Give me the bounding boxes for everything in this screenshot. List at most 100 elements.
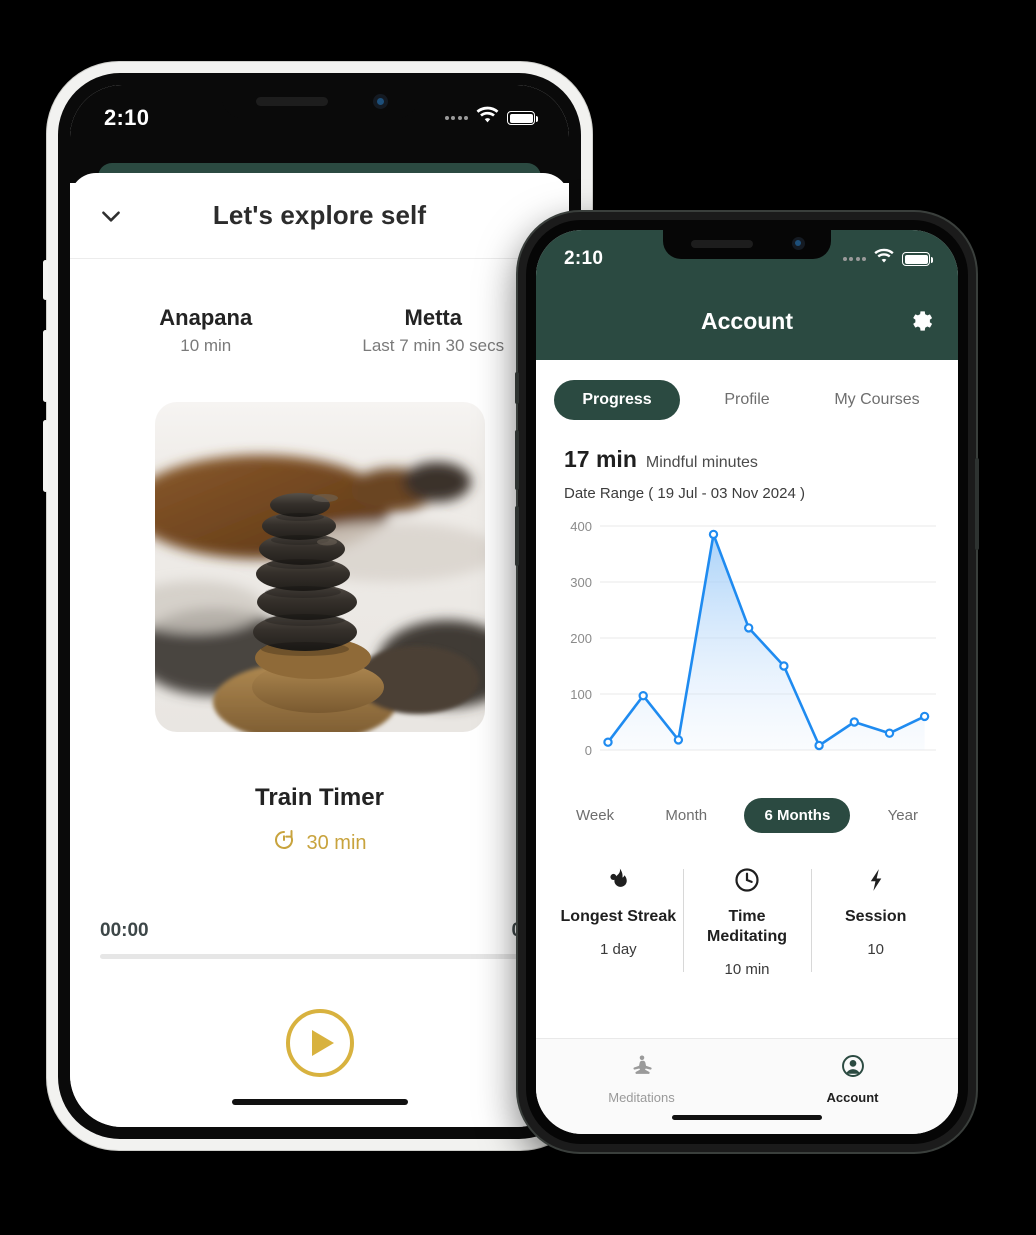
chart-range-selector: Week Month 6 Months Year xyxy=(536,784,958,833)
right-phone-screen: Account 2:10 Progress Profile My Courses… xyxy=(536,230,958,1134)
mode-name: Metta xyxy=(404,305,462,330)
train-duration-label: 30 min xyxy=(306,831,367,854)
tabbar-label: Account xyxy=(826,1090,879,1105)
timer-readouts: 00:00 00: xyxy=(70,920,569,942)
svg-text:400: 400 xyxy=(570,519,592,534)
mode-subtitle: 10 min xyxy=(180,336,232,355)
stat-value: 10 xyxy=(867,941,885,958)
explore-sheet: Let's explore self Anapana 10 min Metta … xyxy=(70,173,569,1127)
flame-icon xyxy=(560,863,677,897)
tab-my-courses[interactable]: My Courses xyxy=(814,380,940,420)
timer-progress-track[interactable] xyxy=(100,954,539,959)
chart-point[interactable] xyxy=(779,661,789,671)
chart-point[interactable] xyxy=(708,529,719,540)
mode-card-metta[interactable]: Metta Last 7 min 30 secs xyxy=(320,305,548,356)
range-year[interactable]: Year xyxy=(874,798,932,833)
left-phone-volume-down-button[interactable] xyxy=(43,420,48,492)
stat-title: Time Meditating xyxy=(707,908,787,945)
right-phone-volume-down-button[interactable] xyxy=(515,506,519,566)
play-button[interactable] xyxy=(285,1009,354,1077)
play-icon xyxy=(311,1030,334,1056)
range-6-months[interactable]: 6 Months xyxy=(744,798,851,833)
mode-subtitle: Last 7 min 30 secs xyxy=(362,336,505,355)
stat-value: 10 min xyxy=(724,961,770,978)
chart-point[interactable] xyxy=(884,728,895,738)
chevron-down-icon[interactable] xyxy=(98,203,124,229)
chart-point[interactable] xyxy=(673,735,684,745)
stat-value: 1 day xyxy=(599,941,637,958)
bolt-icon xyxy=(817,863,934,897)
clock-icon xyxy=(689,863,806,897)
wifi-icon xyxy=(873,248,895,270)
right-phone-power-button[interactable] xyxy=(975,458,979,550)
svg-text:0: 0 xyxy=(585,743,592,758)
meditation-icon xyxy=(629,1053,655,1084)
chart-point[interactable] xyxy=(638,690,648,701)
account-page-title: Account xyxy=(701,307,793,334)
chart-point[interactable] xyxy=(603,737,613,747)
range-week[interactable]: Week xyxy=(562,798,628,833)
signal-icon xyxy=(842,257,866,261)
left-phone-bezel: Let's explore self Anapana 10 min Metta … xyxy=(58,73,581,1139)
mindful-summary: 17 min Mindful minutes xyxy=(536,420,958,473)
left-phone-mute-button[interactable] xyxy=(43,260,48,300)
tab-progress[interactable]: Progress xyxy=(554,380,680,420)
timer-icon xyxy=(272,828,296,858)
chart-point[interactable] xyxy=(849,717,859,727)
chart-area-fill xyxy=(608,534,925,750)
chart-point[interactable] xyxy=(919,711,930,722)
sheet-header: Let's explore self xyxy=(70,173,569,259)
tab-profile[interactable]: Profile xyxy=(684,380,810,420)
status-icons xyxy=(842,242,933,270)
chart-point[interactable] xyxy=(814,740,824,751)
signal-icon xyxy=(444,116,468,120)
left-phone-device: Let's explore self Anapana 10 min Metta … xyxy=(43,62,596,1150)
stats-row: Longest Streak 1 day Time Meditating 10 … xyxy=(536,863,958,978)
right-phone-mute-button[interactable] xyxy=(515,372,519,404)
wifi-icon xyxy=(475,106,500,130)
account-tabs: Progress Profile My Courses xyxy=(536,360,958,420)
left-status-bar: 2:10 xyxy=(70,85,569,145)
train-duration[interactable]: 30 min xyxy=(70,828,569,858)
right-phone-volume-up-button[interactable] xyxy=(515,430,519,490)
right-home-indicator xyxy=(672,1115,822,1120)
account-header: Account 2:10 xyxy=(536,230,958,360)
right-status-bar: 2:10 xyxy=(536,230,958,282)
right-phone-device: Account 2:10 Progress Profile My Courses… xyxy=(515,212,979,1152)
chart-point[interactable] xyxy=(743,623,754,633)
bottom-tab-bar: Meditations Account xyxy=(536,1038,958,1134)
mode-name: Anapana xyxy=(159,305,253,330)
left-phone-screen: Let's explore self Anapana 10 min Metta … xyxy=(70,85,569,1127)
gear-icon[interactable] xyxy=(907,308,934,335)
stacked-stones-illustration xyxy=(154,402,485,732)
left-phone-volume-up-button[interactable] xyxy=(43,330,48,402)
stat-longest-streak: Longest Streak 1 day xyxy=(554,863,683,978)
status-icons xyxy=(444,100,538,130)
chart-y-axis-labels: 0 100 200 300 400 xyxy=(570,519,592,758)
page-title: Let's explore self xyxy=(212,200,427,230)
left-home-indicator xyxy=(231,1099,408,1105)
battery-icon xyxy=(507,111,538,125)
mode-card-anapana[interactable]: Anapana 10 min xyxy=(92,305,320,356)
stat-session: Session 10 xyxy=(811,863,940,978)
stat-title: Session xyxy=(845,908,907,925)
train-timer-title: Train Timer xyxy=(255,784,384,811)
svg-text:200: 200 xyxy=(570,631,592,646)
range-month[interactable]: Month xyxy=(651,798,721,833)
timer-elapsed: 00:00 xyxy=(100,920,149,941)
tabbar-label: Meditations xyxy=(608,1090,675,1105)
status-time: 2:10 xyxy=(104,105,150,130)
status-time: 2:10 xyxy=(564,248,604,269)
stat-title: Longest Streak xyxy=(560,908,677,925)
account-title-row: Account xyxy=(536,290,958,352)
date-range-label: Date Range ( 19 Jul - 03 Nov 2024 ) xyxy=(564,485,805,502)
mindful-minutes-chart: 0 100 200 300 400 xyxy=(550,516,944,784)
battery-icon xyxy=(902,252,933,266)
cairn-hero-image xyxy=(154,402,485,732)
svg-text:100: 100 xyxy=(570,687,592,702)
right-phone-bezel: Account 2:10 Progress Profile My Courses… xyxy=(526,220,968,1144)
svg-text:300: 300 xyxy=(570,575,592,590)
play-button-row xyxy=(70,1009,569,1077)
screenshot-stage: Let's explore self Anapana 10 min Metta … xyxy=(0,0,1036,1235)
chart-svg: 0 100 200 300 400 xyxy=(570,519,936,758)
